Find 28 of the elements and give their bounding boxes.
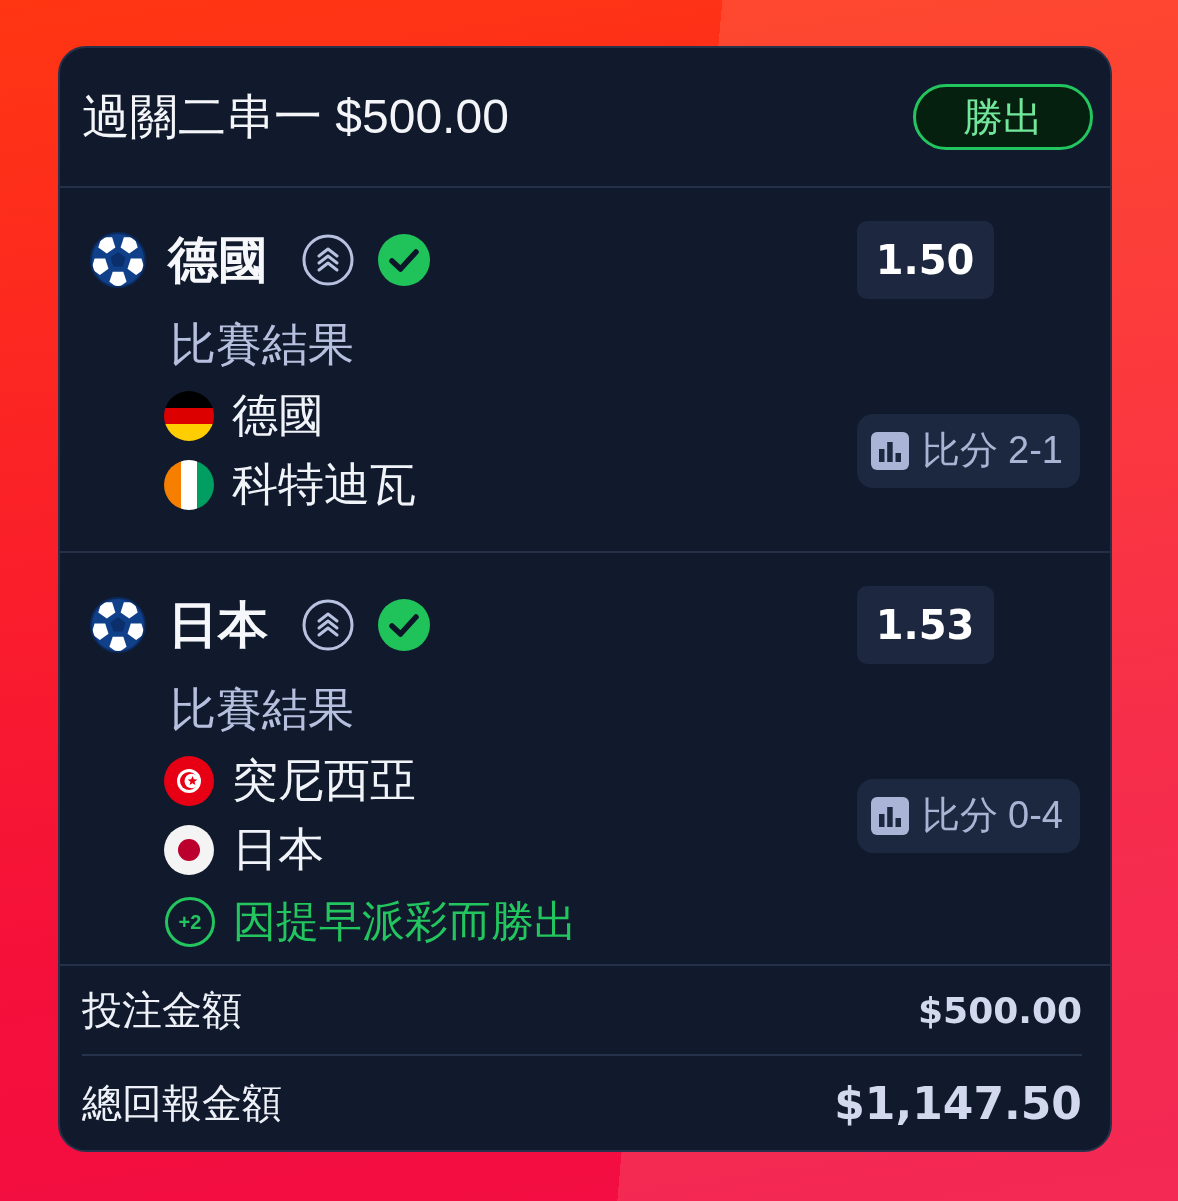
score-text: 比分 0-4 (921, 793, 1063, 838)
soccer-ball-icon (90, 232, 146, 288)
summary-value: $500.00 (918, 989, 1082, 1031)
odds-box: 1.53 (856, 586, 994, 664)
bar-chart-icon (870, 431, 909, 470)
score-text: 比分 2-1 (921, 428, 1063, 473)
soccer-ball-icon (90, 597, 146, 653)
flag-icon (164, 756, 214, 806)
status-badge: 勝出 (913, 84, 1093, 150)
team-name: 日本 (232, 822, 324, 877)
bar-chart-icon (870, 796, 909, 835)
summary-label: 總回報金額 (82, 1079, 282, 1127)
selection-name: 日本 (168, 597, 268, 653)
early-payout-note: 因提早派彩而勝出 (233, 896, 577, 947)
market-name: 比賽結果 (170, 683, 354, 735)
bonus-badge: +2 (165, 897, 215, 947)
team-name: 突尼西亞 (232, 753, 416, 808)
flag-icon (164, 825, 214, 875)
selection-name: 德國 (168, 232, 268, 288)
summary-value: $1,147.50 (834, 1077, 1082, 1129)
flag-icon (164, 460, 214, 510)
odds-box: 1.50 (856, 221, 994, 299)
team-name: 科特迪瓦 (232, 457, 416, 512)
summary-label: 投注金額 (82, 986, 242, 1034)
flag-icon (164, 391, 214, 441)
team-name: 德國 (232, 388, 324, 443)
market-name: 比賽結果 (170, 318, 354, 370)
bet-title: 過關二串一 $500.00 (82, 89, 509, 145)
